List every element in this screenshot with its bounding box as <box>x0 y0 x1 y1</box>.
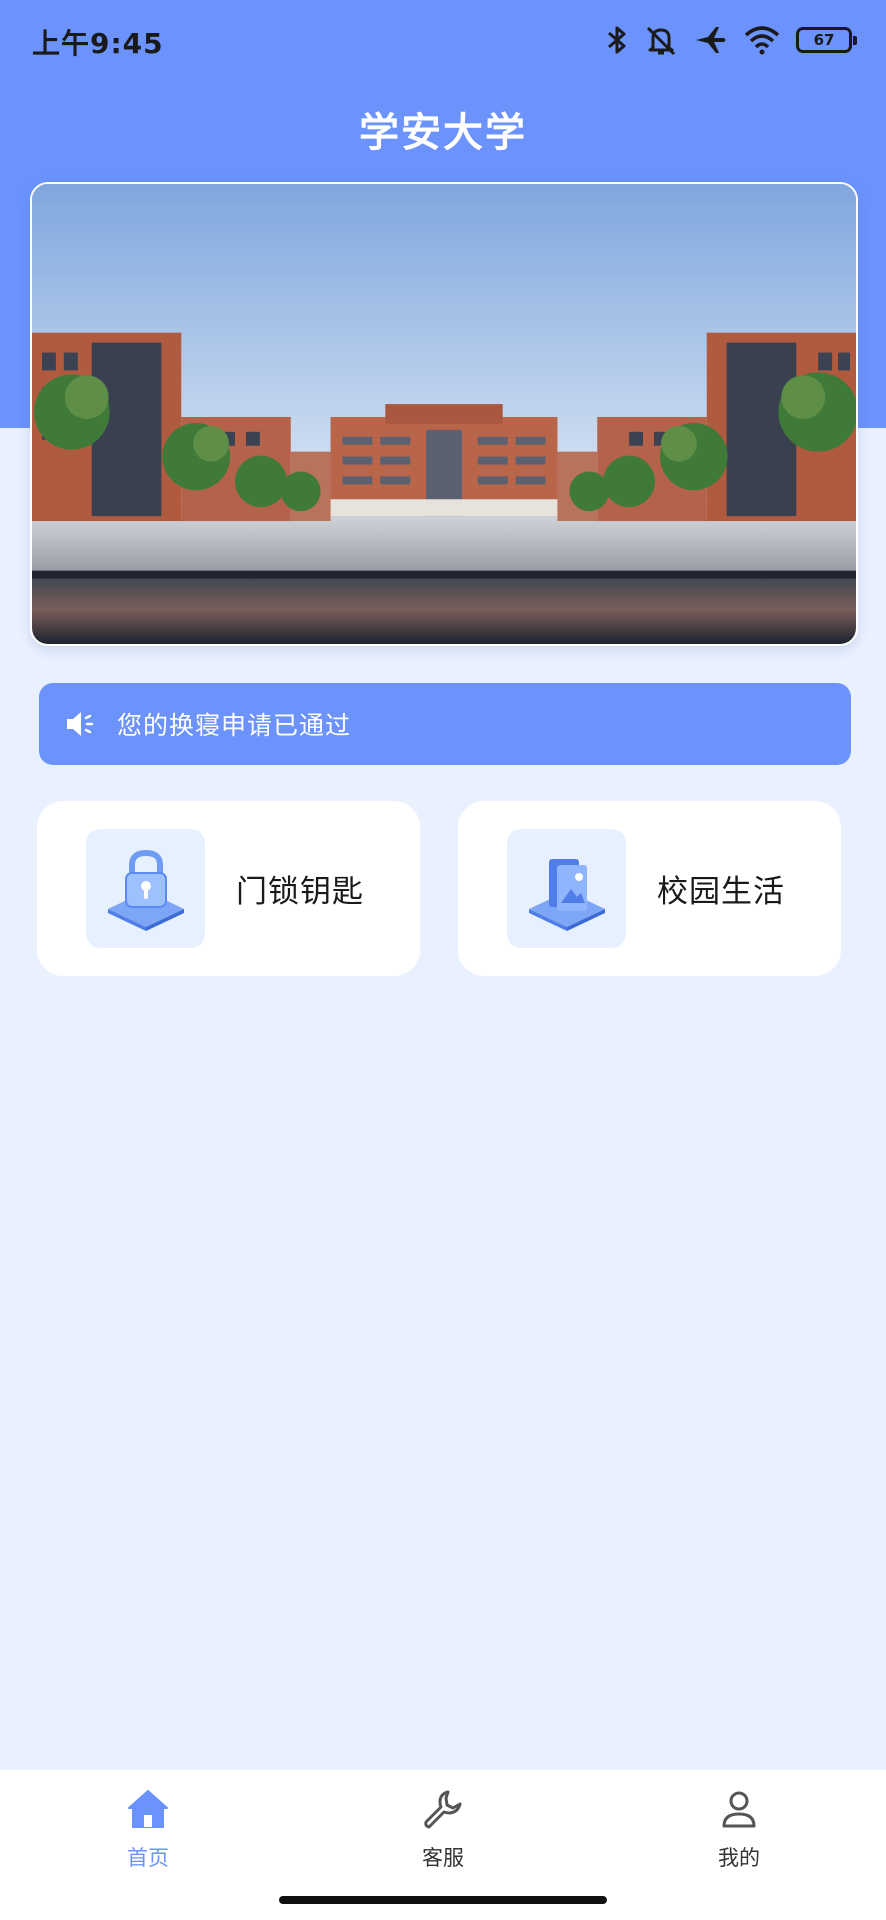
nav-mine-label: 我的 <box>718 1846 760 1870</box>
wifi-icon <box>744 25 780 55</box>
campus-buildings-illustration <box>32 184 856 644</box>
nav-home[interactable]: 首页 <box>78 1786 218 1872</box>
battery-icon: 67 <box>796 27 857 53</box>
lock-icon <box>86 829 205 948</box>
user-icon <box>716 1786 762 1832</box>
speaker-icon <box>63 706 99 742</box>
nav-customer-service-label: 客服 <box>422 1846 464 1870</box>
nav-mine[interactable]: 我的 <box>669 1786 809 1872</box>
notice-bar[interactable]: 您的换寝申请已通过 <box>39 683 851 765</box>
mute-icon <box>644 24 678 56</box>
wrench-icon <box>420 1786 466 1832</box>
status-time: 上午9:45 <box>32 27 164 60</box>
campus-life-icon <box>507 829 626 948</box>
notice-text: 您的换寝申请已通过 <box>117 711 352 740</box>
status-bar: 上午9:45 67 <box>0 0 886 80</box>
bluetooth-icon <box>606 24 628 56</box>
door-lock-key-label: 门锁钥匙 <box>236 874 364 910</box>
campus-banner-image[interactable] <box>30 182 858 646</box>
home-icon <box>125 1786 171 1832</box>
status-icons: 67 <box>606 20 857 60</box>
page-title: 学安大学 <box>359 110 527 156</box>
nav-customer-service[interactable]: 客服 <box>373 1786 513 1872</box>
campus-life-label: 校园生活 <box>657 874 785 910</box>
door-lock-key-card[interactable]: 门锁钥匙 <box>37 801 420 976</box>
nav-home-label: 首页 <box>127 1846 169 1870</box>
airplane-icon <box>694 24 728 56</box>
campus-life-card[interactable]: 校园生活 <box>458 801 841 976</box>
home-indicator[interactable] <box>279 1896 607 1904</box>
